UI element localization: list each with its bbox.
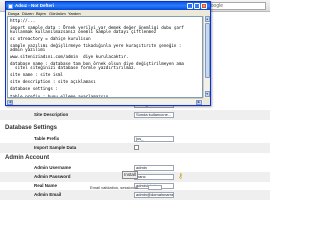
notepad-line: site description : site açıklaması <box>10 79 96 85</box>
table-prefix-label: Table Prefix <box>34 136 60 141</box>
vertical-scrollbar[interactable]: ▲ ▼ <box>203 16 210 98</box>
import-sample-row: Import Sample Data <box>0 143 270 153</box>
install-button[interactable]: Install <box>122 171 138 179</box>
admin-username-input[interactable]: admin <box>134 164 174 171</box>
menu-edit[interactable]: Düzen <box>22 11 34 16</box>
vertical-scroll-thumb[interactable] <box>204 23 210 78</box>
notepad-line: site name : site isml <box>10 72 63 77</box>
minimize-icon[interactable]: _ <box>187 3 193 9</box>
database-settings-title: Database Settings <box>5 125 58 131</box>
menu-view[interactable]: Görünüm <box>49 11 66 16</box>
maximize-icon[interactable]: □ <box>194 3 200 9</box>
session-row: Email validation, session in <box>0 184 270 192</box>
notepad-text-area[interactable]: http://... import sample data : Örnek ver… <box>7 16 203 98</box>
import-sample-checkbox[interactable] <box>134 145 139 150</box>
scroll-down-icon[interactable]: ▼ <box>204 91 210 97</box>
admin-username-label: Admin Username <box>34 165 72 170</box>
close-icon[interactable]: × <box>201 3 207 9</box>
admin-password-input[interactable]: jnanc <box>134 173 174 180</box>
notepad-window: Adsız - Not Defteri _ □ × Dosya Düzen Bi… <box>5 1 211 106</box>
notepad-line: admin yazılımı <box>10 46 46 52</box>
site-description-input[interactable]: Sonda kullanıcıne... <box>134 111 174 118</box>
admin-password-label: Admin Password <box>34 174 71 179</box>
scroll-right-icon[interactable]: ▶ <box>196 99 202 105</box>
session-label: Email validation, session in <box>90 185 139 190</box>
table-prefix-input[interactable]: jos_ <box>134 135 174 142</box>
admin-account-title: Admin Account <box>5 155 50 161</box>
scroll-up-icon[interactable]: ▲ <box>204 16 210 22</box>
horizontal-scrollbar[interactable]: ◀ ▶ <box>7 98 203 105</box>
site-description-row: Site Description Sonda kullanıcıne... <box>0 110 270 120</box>
menu-file[interactable]: Dosya <box>8 11 19 16</box>
menu-help[interactable]: Yardım <box>68 11 81 16</box>
notepad-title: Adsız - Not Defteri <box>15 3 55 8</box>
key-icon[interactable]: ⚷ <box>178 172 183 180</box>
notepad-titlebar[interactable]: Adsız - Not Defteri _ □ × <box>6 2 210 10</box>
notepad-line: http://... <box>10 18 36 23</box>
scroll-left-icon[interactable]: ◀ <box>7 99 13 105</box>
notepad-line: sc otreactory = dahiçe kurulisun <box>10 36 91 41</box>
notepad-line: kullanmak kullanılmazsanız önemli Sample… <box>10 28 157 34</box>
notepad-line: sitel siteğinizi database formle yazdırt… <box>10 64 137 70</box>
notepad-line: database settings : <box>10 86 58 92</box>
admin-email-input[interactable]: admin@domainname.com <box>134 191 174 198</box>
site-description-label: Site Description <box>34 112 69 117</box>
notepad-icon <box>8 3 13 9</box>
admin-email-label: Admin Email <box>34 192 62 197</box>
session-input[interactable] <box>148 185 162 190</box>
notepad-line: www.siteniziadını.com/admin diye kurulac… <box>10 54 129 59</box>
import-sample-label: Import Sample Data <box>34 145 77 150</box>
menu-format[interactable]: Biçim <box>36 11 46 16</box>
